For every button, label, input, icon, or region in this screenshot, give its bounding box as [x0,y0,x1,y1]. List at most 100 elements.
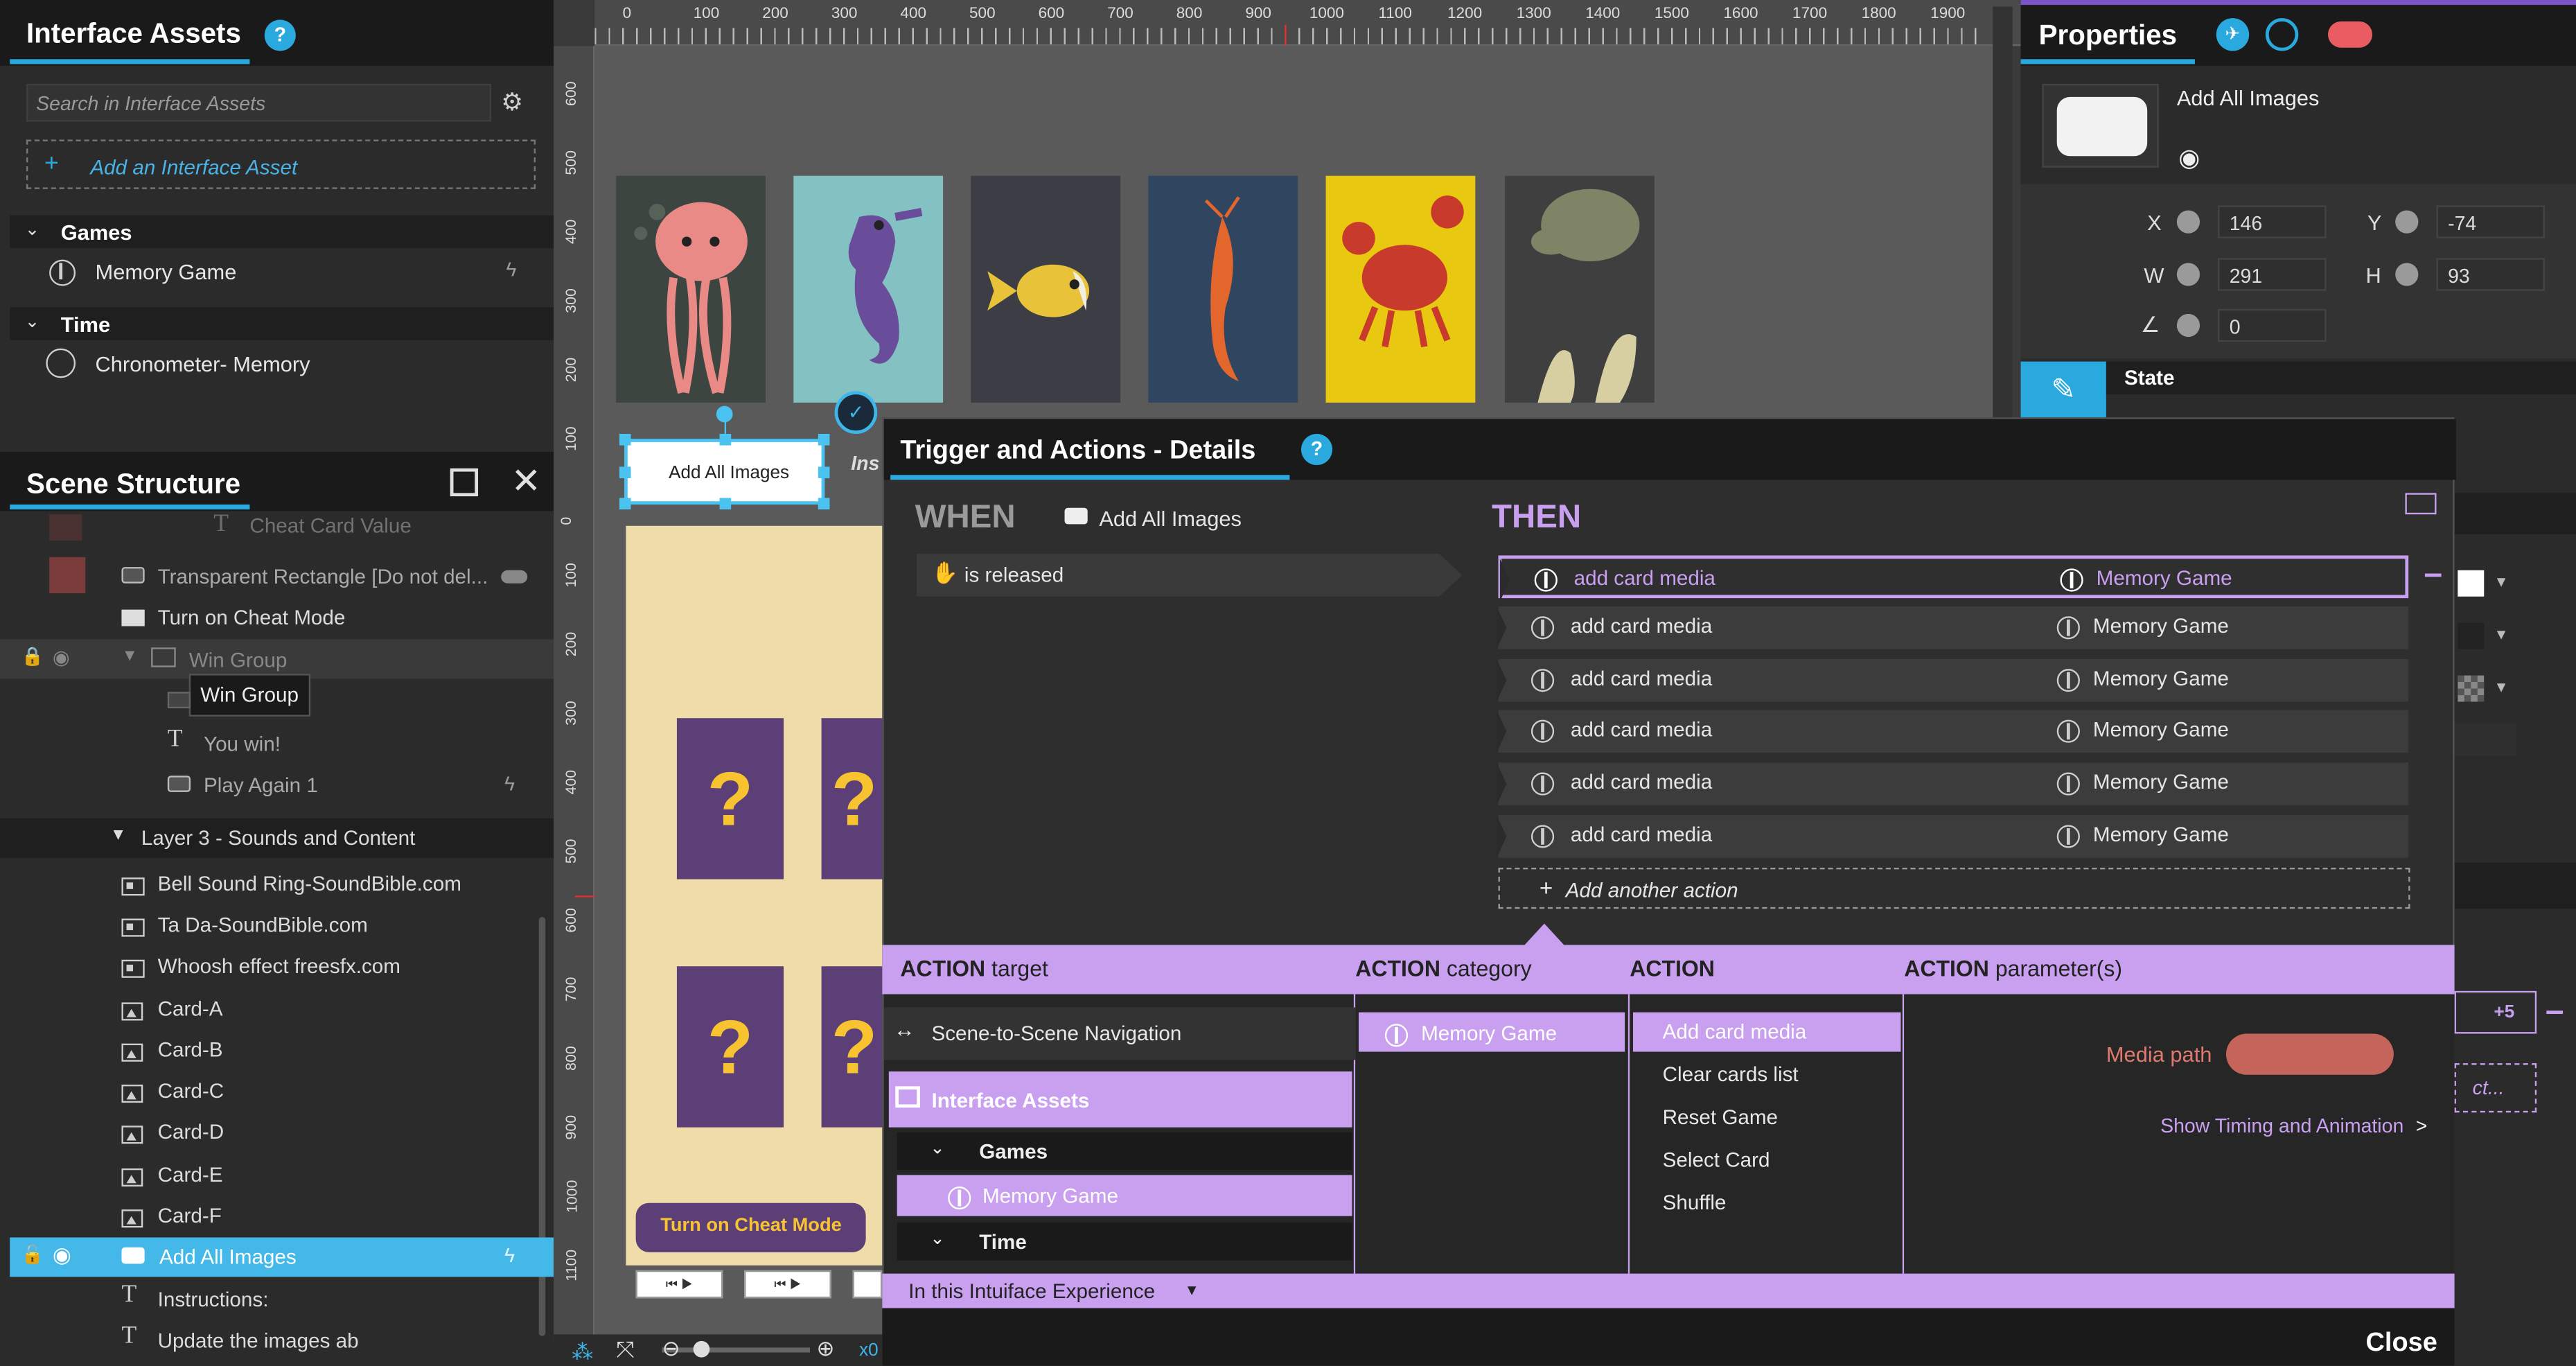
y-bind-dot[interactable] [2395,210,2419,234]
action-add-card-media[interactable]: Add card media [1632,1012,1901,1052]
hidden-card[interactable]: ? [821,966,888,1128]
action-row[interactable]: add card media Memory Game [1497,710,2409,753]
w-field[interactable]: 291 [2218,258,2327,291]
tree-row-card-a[interactable]: Card-A [0,989,542,1028]
tree-row-you-win[interactable]: T You win! [0,725,542,764]
tree-row-bell-sound[interactable]: Bell Sound Ring-SoundBible.com [0,864,542,904]
card-image-turtle[interactable] [1505,175,1655,403]
canvas-add-all-images-button[interactable]: Add All Images [624,439,825,505]
scope-bar[interactable]: In this Intuiface Experience ▼ [882,1273,2455,1308]
help-icon[interactable]: ? [1300,433,1333,466]
action-select-card[interactable]: Select Card [1663,1148,1770,1171]
add-asset-button[interactable]: + Add an Interface Asset [26,139,536,189]
target-nav-item[interactable]: ↔ Scene-to-Scene Navigation [883,1007,1356,1060]
category-memory-game[interactable]: Memory Game [1358,1012,1625,1052]
close-button[interactable]: Close [2366,1329,2437,1359]
asset-chronometer[interactable]: Chronometer- Memory [10,344,554,383]
tree-row-ta-da[interactable]: Ta Da-SoundBible.com [0,906,542,945]
trigger-row[interactable]: ✋ is released [917,554,1440,597]
group-games[interactable]: ⌄ Games [10,215,554,249]
add-another-action-button[interactable]: + Add another action [1498,867,2410,909]
tree-row-update-images[interactable]: T Update the images ab [0,1321,542,1360]
show-timing-link[interactable]: Show Timing and Animation > [2160,1114,2427,1137]
chevron-down-icon[interactable]: ▼ [2494,626,2508,642]
trigger-badge-icon[interactable]: ✓ [834,391,878,434]
media-path-input[interactable] [2225,1033,2394,1075]
card-image-fish[interactable] [971,175,1121,403]
y-field[interactable]: -74 [2436,205,2545,238]
tree-row-card-b[interactable]: Card-B [0,1031,542,1070]
resize-handle[interactable] [619,433,631,446]
grid-icon[interactable]: ⁂ [572,1340,593,1366]
chevron-down-icon[interactable]: ▼ [2494,678,2508,695]
card-image-jellyfish[interactable] [616,175,766,403]
maximize-icon[interactable] [450,468,479,497]
rotation-handle[interactable] [716,405,733,423]
resize-handle[interactable] [619,498,631,510]
target-time-group[interactable]: ⌄ Time [897,1223,1352,1261]
tag-icon[interactable] [2327,21,2373,48]
tree-row-transparent-rectangle[interactable]: Transparent Rectangle [Do not del... [0,557,542,597]
rotation-bind-dot[interactable] [2176,313,2200,338]
zoom-slider-thumb[interactable] [693,1340,710,1358]
tree-row-card-d[interactable]: Card-D [0,1112,542,1152]
zoom-in-icon[interactable]: ⊕ [816,1336,834,1363]
x-field[interactable]: 146 [2218,205,2327,238]
gear-icon[interactable]: ⚙ [501,87,523,116]
h-field[interactable]: 93 [2436,258,2545,291]
action-shuffle[interactable]: Shuffle [1663,1191,1727,1214]
action-row[interactable]: add card media Memory Game [1497,762,2409,805]
resize-handle[interactable] [719,498,732,510]
target-games-group[interactable]: ⌄ Games [897,1132,1352,1171]
h-bind-dot[interactable] [2395,263,2419,286]
style-brush-icon[interactable]: ✎ [2020,361,2106,419]
fit-icon[interactable]: ⤧ [616,1336,635,1364]
tree-row-card-e[interactable]: Card-E [0,1155,542,1195]
trigger-icon[interactable]: ✈ [2216,18,2250,51]
card-image-shrimp[interactable] [1148,175,1298,403]
close-icon[interactable]: ✕ [511,460,541,503]
target-interface-assets[interactable]: Interface Assets [888,1071,1352,1128]
tree-row-turn-on-cheat-mode[interactable]: Turn on Cheat Mode [0,598,542,638]
hidden-card[interactable]: ? [676,966,784,1128]
resize-handle[interactable] [818,498,830,510]
tree-row-cheat-card-value[interactable]: T Cheat Card Value [0,511,542,550]
tree-row-card-c[interactable]: Card-C [0,1071,542,1111]
globe-icon[interactable] [2265,18,2299,51]
add-action-stub[interactable]: ct... [2454,1063,2537,1113]
action-clear-cards-list[interactable]: Clear cards list [1663,1063,1799,1086]
tree-row-instructions[interactable]: T Instructions: [0,1280,542,1320]
color-swatch[interactable] [2458,622,2485,649]
hidden-card[interactable]: ? [821,718,888,879]
action-row[interactable]: add card media Memory Game [1497,815,2409,858]
rotation-field[interactable]: 0 [2218,308,2327,342]
resize-handle[interactable] [719,433,732,446]
table-view-icon[interactable] [2405,493,2437,515]
tree-row-play-again[interactable]: Play Again 1 ϟ [0,766,542,805]
action-reset-game[interactable]: Reset Game [1663,1106,1778,1129]
asset-memory-game[interactable]: Memory Game ϟ [10,252,554,291]
action-row[interactable]: add card media Memory Game [1497,658,2409,702]
nav-control[interactable]: ⏮ ▶ [744,1270,831,1299]
resize-handle[interactable] [619,466,631,479]
zoom-slider[interactable] [662,1347,811,1353]
tree-row-card-f[interactable]: Card-F [0,1196,542,1236]
hidden-card[interactable]: ? [676,718,784,879]
visibility-eye-icon[interactable]: ◉ [2178,143,2200,173]
w-bind-dot[interactable] [2176,263,2200,286]
badge-plus[interactable]: +5 [2454,990,2537,1034]
cheat-mode-button[interactable]: Turn on Cheat Mode [635,1202,866,1252]
zoom-out-icon[interactable]: ⊖ [662,1336,680,1363]
resize-handle[interactable] [818,466,830,479]
tree-row-whoosh[interactable]: Whoosh effect freesfx.com [0,947,542,986]
card-image-seahorse[interactable] [793,175,944,403]
x-bind-dot[interactable] [2176,210,2200,234]
tree-row-add-all-images[interactable]: 🔓 ◉ Add All Images ϟ [10,1237,554,1277]
target-memory-game[interactable]: Memory Game [897,1175,1352,1216]
resize-handle[interactable] [818,433,830,446]
nav-control[interactable]: ⏮ ▶ [635,1270,723,1299]
action-row[interactable]: add card media Memory Game [1497,606,2409,649]
color-swatch[interactable] [2458,570,2485,597]
tree-row-layer-3[interactable]: ▼ Layer 3 - Sounds and Content [0,818,554,858]
action-row[interactable]: add card media Memory Game [1498,555,2409,602]
